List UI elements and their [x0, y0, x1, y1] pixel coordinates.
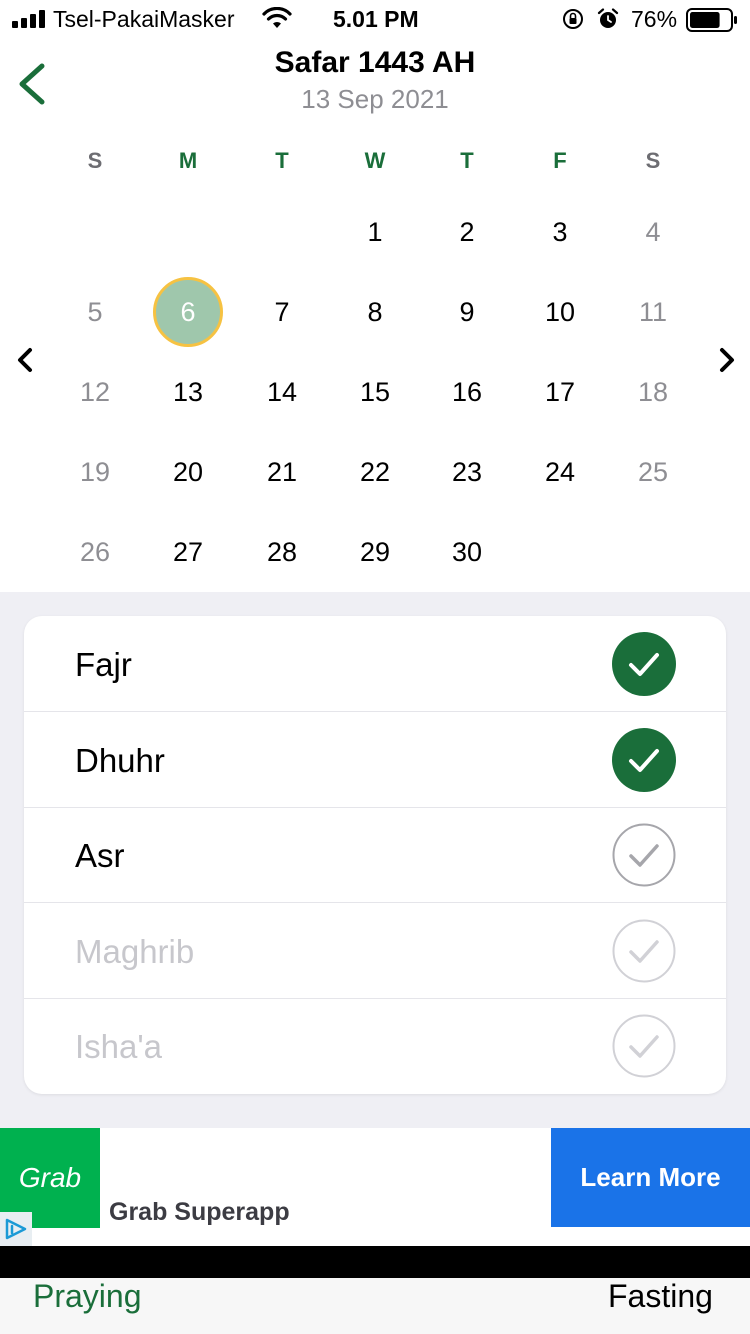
rotation-lock-icon [563, 9, 583, 29]
prayer-row-asr[interactable]: Asr [24, 807, 726, 904]
tab-fasting[interactable]: Fasting [608, 1278, 713, 1315]
ad-banner[interactable]: Grab Grab Superapp Learn More [0, 1128, 750, 1246]
calendar-day[interactable]: 19 [60, 437, 130, 507]
alarm-icon [597, 8, 619, 28]
weekday-header: M [178, 148, 198, 173]
checkmark-unchecked-icon[interactable] [612, 919, 676, 983]
calendar-day[interactable]: 15 [340, 357, 410, 427]
signal-icon [12, 10, 45, 28]
prayer-row-maghrib[interactable]: Maghrib [24, 903, 726, 999]
prayer-name: Asr [75, 837, 125, 875]
calendar-day[interactable]: 18 [618, 357, 688, 427]
weekday-header: T [275, 148, 289, 173]
calendar-day[interactable]: 29 [340, 517, 410, 587]
calendar-day[interactable]: 9 [432, 277, 502, 347]
checkmark-unchecked-icon[interactable] [612, 1014, 676, 1078]
weekday-header: S [645, 148, 661, 173]
calendar-day[interactable]: 14 [247, 357, 317, 427]
page-subtitle: 13 Sep 2021 [301, 84, 449, 114]
prayer-name: Maghrib [75, 932, 195, 970]
ad-choices-icon[interactable] [0, 1212, 32, 1246]
battery-percent: 76% [631, 6, 678, 32]
calendar-day[interactable]: 22 [340, 437, 410, 507]
prayer-list: Fajr Dhuhr Asr Maghrib Isha'a [24, 616, 726, 1094]
calendar-day[interactable]: 5 [60, 277, 130, 347]
checkmark-unchecked-icon[interactable] [612, 823, 676, 887]
calendar-day[interactable]: 1 [340, 197, 410, 267]
calendar: S M T W T F S 1 2 3 4 5 6 7 8 9 10 11 12 13 14 15 16 17 18 19 20 21… [0, 128, 750, 592]
calendar-day[interactable]: 30 [432, 517, 502, 587]
calendar-day[interactable]: 24 [525, 437, 595, 507]
weekday-header: F [553, 148, 567, 173]
calendar-day[interactable]: 11 [618, 277, 688, 347]
prayer-row-ishaa[interactable]: Isha'a [24, 998, 726, 1094]
divider-bar [0, 1246, 750, 1278]
calendar-day[interactable]: 26 [60, 517, 130, 587]
calendar-day[interactable]: 3 [525, 197, 595, 267]
weekday-header: T [460, 148, 474, 173]
prayer-name: Fajr [75, 646, 132, 683]
calendar-day[interactable]: 7 [247, 277, 317, 347]
calendar-day[interactable]: 20 [153, 437, 223, 507]
weekday-header: W [364, 148, 386, 173]
page-title: Safar 1443 AH [274, 46, 476, 79]
prayer-row-fajr[interactable]: Fajr [24, 616, 726, 712]
calendar-day[interactable]: 27 [153, 517, 223, 587]
prayer-name: Isha'a [75, 1028, 163, 1066]
ad-title: Grab Superapp [109, 1198, 290, 1226]
learn-more-button[interactable]: Learn More [551, 1128, 750, 1227]
calendar-day[interactable]: 28 [247, 517, 317, 587]
tab-praying[interactable]: Praying [33, 1278, 142, 1315]
calendar-day[interactable]: 16 [432, 357, 502, 427]
next-month-chevron-icon[interactable] [712, 342, 742, 378]
tab-bar: Praying Fasting [0, 1278, 750, 1334]
calendar-day[interactable]: 21 [247, 437, 317, 507]
calendar-day[interactable]: 8 [340, 277, 410, 347]
battery-icon [686, 8, 737, 32]
previous-month-chevron-icon[interactable] [10, 342, 40, 378]
calendar-day[interactable]: 4 [618, 197, 688, 267]
calendar-day[interactable]: 2 [432, 197, 502, 267]
calendar-day[interactable]: 17 [525, 357, 595, 427]
calendar-day[interactable]: 23 [432, 437, 502, 507]
checkmark-checked-icon[interactable] [612, 632, 676, 696]
status-bar: Tsel-PakaiMasker 5.01 PM 76% [0, 0, 750, 40]
checkmark-checked-icon[interactable] [612, 727, 676, 792]
calendar-day[interactable]: 10 [525, 277, 595, 347]
clock-time: 5.01 PM [333, 6, 419, 32]
weekday-header: S [87, 148, 103, 173]
calendar-day[interactable]: 13 [153, 357, 223, 427]
wifi-icon [262, 7, 292, 28]
calendar-day[interactable]: 12 [60, 357, 130, 427]
header: Safar 1443 AH 13 Sep 2021 [0, 40, 750, 128]
prayer-row-dhuhr[interactable]: Dhuhr [24, 712, 726, 808]
calendar-day[interactable]: 25 [618, 437, 688, 507]
calendar-day-selected[interactable]: 6 [153, 277, 223, 347]
prayer-name: Dhuhr [75, 741, 165, 779]
carrier-name: Tsel-PakaiMasker [53, 6, 235, 32]
